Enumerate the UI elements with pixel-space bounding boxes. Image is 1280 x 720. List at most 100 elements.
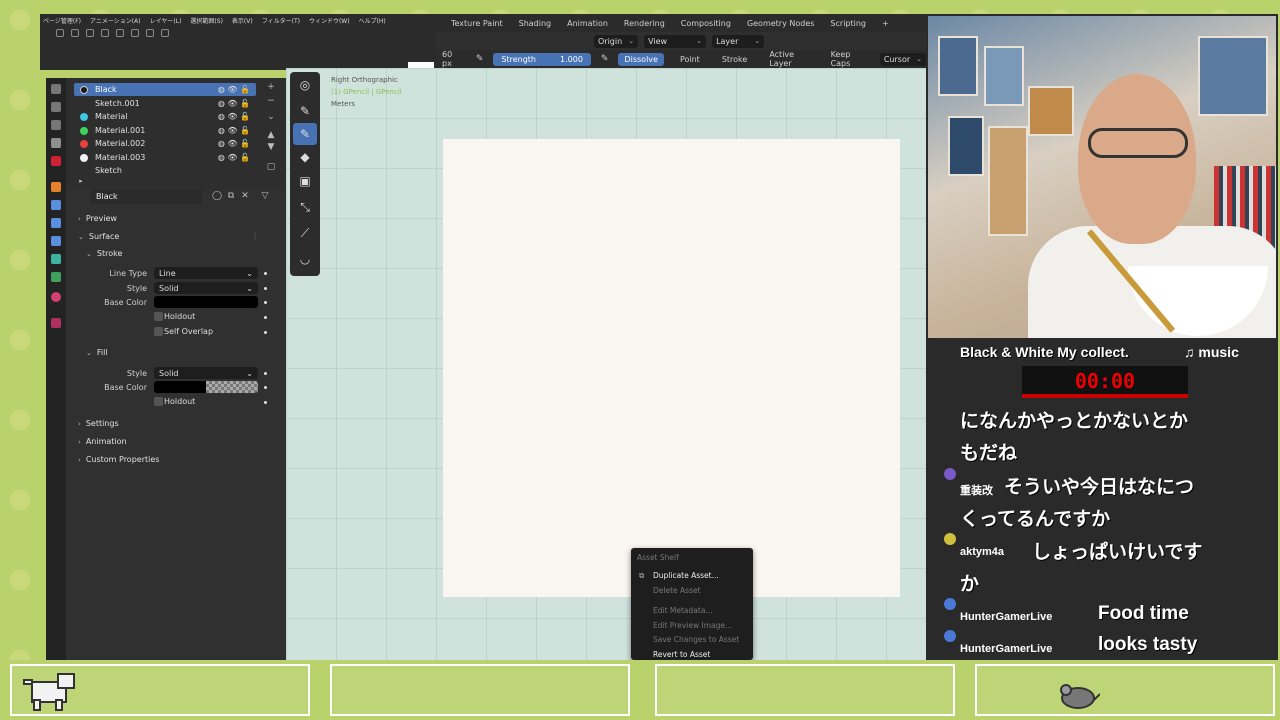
fill-holdout-checkbox[interactable] xyxy=(154,397,163,406)
shield-icon[interactable]: ◯ xyxy=(212,191,222,201)
slot-visibility-icons[interactable]: ◍ 👁 🔓 xyxy=(218,99,250,108)
slot-visibility-icons[interactable]: ◍ 👁 🔓 xyxy=(218,85,250,94)
keyframe-dot[interactable] xyxy=(264,301,267,304)
brush-icon[interactable] xyxy=(86,29,94,37)
shape-icon[interactable] xyxy=(131,29,139,37)
object-tab-icon[interactable] xyxy=(51,182,61,192)
material-tab-icon[interactable] xyxy=(51,292,61,302)
tint-tool-icon[interactable]: ⤡ xyxy=(293,196,317,218)
dissolve-button[interactable]: Dissolve xyxy=(618,52,664,66)
shape-tool-icon[interactable]: ▣ xyxy=(293,170,317,192)
keyframe-dot[interactable] xyxy=(264,386,267,389)
keyframe-dot[interactable] xyxy=(264,287,267,290)
physics-tab-icon[interactable] xyxy=(51,236,61,246)
active-layer-toggle[interactable]: Active Layer xyxy=(763,48,814,70)
menu-view[interactable]: 表示(V) xyxy=(232,16,253,25)
texture-tab-icon[interactable] xyxy=(51,318,61,328)
fill-style-dropdown[interactable]: Solid ⌄ xyxy=(154,367,258,379)
render-tab-icon[interactable] xyxy=(51,102,61,112)
keyframe-dot[interactable] xyxy=(264,272,267,275)
settings-sliders-icon[interactable]: ⫶ xyxy=(250,232,260,242)
surface-section[interactable]: ⌄ Surface xyxy=(78,232,119,241)
expand-arrow-icon[interactable]: ▸ xyxy=(76,176,86,186)
preview-section[interactable]: › Preview xyxy=(78,214,117,223)
tab-compositing[interactable]: Compositing xyxy=(681,19,731,28)
settings-section[interactable]: › Settings xyxy=(78,419,119,428)
menu-window[interactable]: ウィンドウ(W) xyxy=(309,16,350,25)
eraser-icon[interactable] xyxy=(146,29,154,37)
drawing-canvas[interactable] xyxy=(443,139,900,597)
close-icon[interactable]: ✕ xyxy=(240,191,250,201)
scene-tab-icon[interactable] xyxy=(51,156,61,166)
redo-icon[interactable] xyxy=(71,29,79,37)
tab-rendering[interactable]: Rendering xyxy=(624,19,665,28)
slot-visibility-icons[interactable]: ◍ 👁 🔓 xyxy=(218,126,250,135)
material-slot[interactable]: Black ◍ 👁 🔓 xyxy=(74,83,256,96)
save-changes-item[interactable]: Save Changes to Asset xyxy=(653,635,739,644)
fill-alpha-checker[interactable] xyxy=(206,381,258,393)
cursor-tool-icon[interactable]: ◎ xyxy=(293,74,317,96)
tab-geometry-nodes[interactable]: Geometry Nodes xyxy=(747,19,814,28)
stroke-section[interactable]: ⌄ Stroke xyxy=(86,249,122,258)
keyframe-dot[interactable] xyxy=(264,372,267,375)
menu-help[interactable]: ヘルプ(H) xyxy=(359,16,386,25)
origin-dropdown[interactable]: Origin ⌄ xyxy=(594,34,639,48)
material-slot[interactable]: Material.001 ◍ 👁 🔓 xyxy=(74,124,256,137)
slot-visibility-icons[interactable]: ◍ 👁 🔓 xyxy=(218,112,250,121)
object-data-tab-icon[interactable] xyxy=(51,272,61,282)
tab-texture-paint[interactable]: Texture Paint xyxy=(451,19,503,28)
draw-tool-icon[interactable]: ✎ xyxy=(293,100,317,122)
view-layer-tab-icon[interactable] xyxy=(51,138,61,148)
tab-scripting[interactable]: Scripting xyxy=(830,19,866,28)
erase-tool-icon[interactable]: ✎ xyxy=(293,123,317,145)
keyframe-dot[interactable] xyxy=(264,316,267,319)
add-workspace-button[interactable]: + xyxy=(882,19,889,28)
fill-icon[interactable] xyxy=(116,29,124,37)
duplicate-asset-item[interactable]: Duplicate Asset... xyxy=(653,571,719,580)
base-color-swatch[interactable] xyxy=(154,296,258,308)
effects-tab-icon[interactable] xyxy=(51,218,61,228)
keep-caps-toggle[interactable]: Keep Caps xyxy=(825,48,870,70)
move-down-icon[interactable]: ▼ xyxy=(266,142,276,152)
point-button[interactable]: Point xyxy=(674,53,706,66)
slot-visibility-icons[interactable]: ◍ 👁 🔓 xyxy=(218,139,250,148)
lock-icon[interactable]: ▢ xyxy=(266,162,276,172)
chevron-down-icon[interactable]: ⌄ xyxy=(266,112,276,122)
keyframe-dot[interactable] xyxy=(264,401,267,404)
strength-field[interactable]: Strength 1.000 xyxy=(493,52,591,66)
revert-asset-item[interactable]: Revert to Asset xyxy=(653,650,710,659)
tab-animation[interactable]: Animation xyxy=(567,19,608,28)
edit-metadata-item[interactable]: Edit Metadata... xyxy=(653,606,713,615)
self-overlap-checkbox[interactable] xyxy=(154,327,163,336)
custom-properties-section[interactable]: › Custom Properties xyxy=(78,455,159,464)
cursor-dropdown[interactable]: Cursor ⌄ xyxy=(879,52,926,66)
view-dropdown[interactable]: View ⌄ xyxy=(644,34,707,48)
move-up-icon[interactable]: ▲ xyxy=(266,130,276,140)
undo-icon[interactable] xyxy=(56,29,64,37)
add-slot-button[interactable]: + xyxy=(266,82,276,92)
animation-section[interactable]: › Animation xyxy=(78,437,127,446)
pen-icon[interactable] xyxy=(161,29,169,37)
pressure-icon[interactable]: ✎ xyxy=(601,54,609,64)
fill-tool-icon[interactable]: ◆ xyxy=(293,146,317,168)
menu-selection[interactable]: 選択範囲(S) xyxy=(190,16,223,25)
fill-section[interactable]: ⌄ Fill xyxy=(86,348,108,357)
menu-animation[interactable]: アニメーション(A) xyxy=(90,16,141,25)
material-slot[interactable]: Material.003 ◍ 👁 🔓 xyxy=(74,151,256,164)
remove-slot-button[interactable]: − xyxy=(266,96,276,106)
style-dropdown[interactable]: Solid ⌄ xyxy=(154,282,258,294)
material-slot[interactable]: Material.002 ◍ 👁 🔓 xyxy=(74,137,256,150)
stroke-button[interactable]: Stroke xyxy=(716,53,754,66)
holdout-checkbox[interactable] xyxy=(154,312,163,321)
output-tab-icon[interactable] xyxy=(51,120,61,130)
slot-visibility-icons[interactable]: ◍ 👁 🔓 xyxy=(218,153,250,162)
brush-size-field[interactable]: 60 px xyxy=(436,48,466,70)
line-type-dropdown[interactable]: Line ⌄ xyxy=(154,267,258,279)
eyedropper-tool-icon[interactable]: ⟋ xyxy=(293,222,317,244)
material-name-field[interactable]: Black xyxy=(90,190,202,204)
material-slot[interactable]: Sketch xyxy=(74,164,256,177)
tool-tab-icon[interactable] xyxy=(51,84,61,94)
duplicate-icon[interactable]: ⧉ xyxy=(226,191,236,201)
edit-preview-item[interactable]: Edit Preview Image... xyxy=(653,621,732,630)
menu-page[interactable]: ページ管理(F) xyxy=(43,16,81,25)
